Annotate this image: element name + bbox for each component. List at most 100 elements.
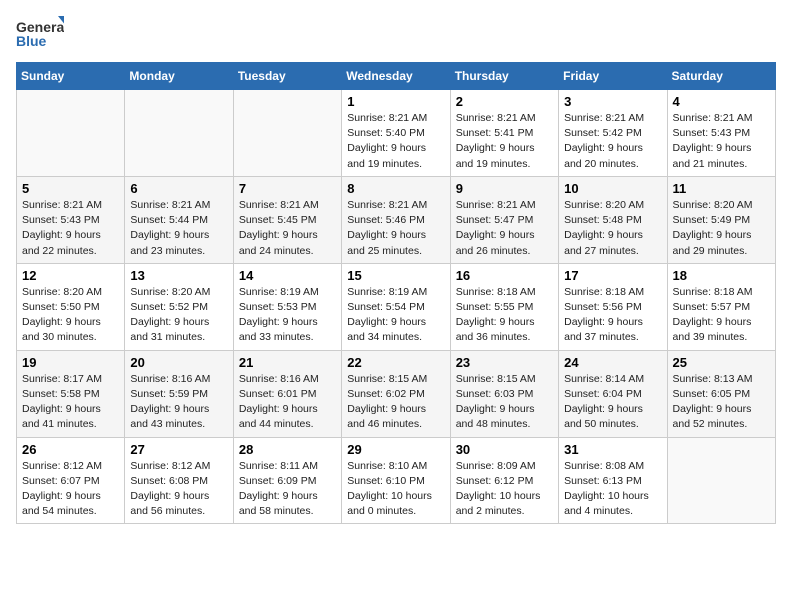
calendar-cell: 19Sunrise: 8:17 AM Sunset: 5:58 PM Dayli… [17,350,125,437]
day-info: Sunrise: 8:18 AM Sunset: 5:56 PM Dayligh… [564,285,661,346]
weekday-header: Tuesday [233,63,341,90]
calendar-cell: 13 Sunrise: 8:20 AM Sunset: 5:52 PM Dayli… [125,263,233,350]
day-number: 21 [239,355,336,370]
calendar-week-row: 19Sunrise: 8:17 AM Sunset: 5:58 PM Dayli… [17,350,776,437]
calendar-cell: 11Sunrise: 8:20 AM Sunset: 5:49 PM Dayli… [667,176,775,263]
weekday-header: Sunday [17,63,125,90]
day-info: Sunrise: 8:21 AM Sunset: 5:44 PM Dayligh… [130,198,227,259]
day-number: 17 [564,268,661,283]
day-number: 6 [130,181,227,196]
weekday-header: Saturday [667,63,775,90]
day-info: Sunrise: 8:20 AM Sunset: 5:52 PM Dayligh… [130,285,227,346]
calendar-cell [667,437,775,524]
calendar-cell: 9 Sunrise: 8:21 AM Sunset: 5:47 PM Daylig… [450,176,558,263]
day-info: Sunrise: 8:08 AM Sunset: 6:13 PM Dayligh… [564,459,661,520]
logo-svg: General Blue [16,16,64,52]
calendar-cell: 17 Sunrise: 8:18 AM Sunset: 5:56 PM Dayli… [559,263,667,350]
calendar-week-row: 5 Sunrise: 8:21 AM Sunset: 5:43 PM Daylig… [17,176,776,263]
day-info: Sunrise: 8:16 AM Sunset: 6:01 PM Dayligh… [239,372,336,433]
day-number: 31 [564,442,661,457]
header: General Blue [16,16,776,52]
calendar-cell: 15Sunrise: 8:19 AM Sunset: 5:54 PM Dayli… [342,263,450,350]
day-number: 26 [22,442,119,457]
day-info: Sunrise: 8:21 AM Sunset: 5:43 PM Dayligh… [22,198,119,259]
day-info: Sunrise: 8:11 AM Sunset: 6:09 PM Dayligh… [239,459,336,520]
day-info: Sunrise: 8:21 AM Sunset: 5:43 PM Dayligh… [673,111,770,172]
day-info: Sunrise: 8:21 AM Sunset: 5:47 PM Dayligh… [456,198,553,259]
calendar-cell: 30 Sunrise: 8:09 AM Sunset: 6:12 PM Dayli… [450,437,558,524]
day-info: Sunrise: 8:17 AM Sunset: 5:58 PM Dayligh… [22,372,119,433]
calendar-cell: 10 Sunrise: 8:20 AM Sunset: 5:48 PM Dayli… [559,176,667,263]
day-number: 5 [22,181,119,196]
calendar-table: SundayMondayTuesdayWednesdayThursdayFrid… [16,62,776,524]
weekday-header: Wednesday [342,63,450,90]
day-info: Sunrise: 8:20 AM Sunset: 5:48 PM Dayligh… [564,198,661,259]
day-info: Sunrise: 8:21 AM Sunset: 5:40 PM Dayligh… [347,111,444,172]
day-number: 4 [673,94,770,109]
calendar-cell: 28 Sunrise: 8:11 AM Sunset: 6:09 PM Dayli… [233,437,341,524]
svg-text:Blue: Blue [16,33,47,49]
day-number: 24 [564,355,661,370]
day-number: 29 [347,442,444,457]
day-info: Sunrise: 8:14 AM Sunset: 6:04 PM Dayligh… [564,372,661,433]
day-number: 20 [130,355,227,370]
day-info: Sunrise: 8:21 AM Sunset: 5:46 PM Dayligh… [347,198,444,259]
day-info: Sunrise: 8:19 AM Sunset: 5:53 PM Dayligh… [239,285,336,346]
day-info: Sunrise: 8:18 AM Sunset: 5:57 PM Dayligh… [673,285,770,346]
day-number: 7 [239,181,336,196]
calendar-cell: 14Sunrise: 8:19 AM Sunset: 5:53 PM Dayli… [233,263,341,350]
weekday-header: Friday [559,63,667,90]
day-info: Sunrise: 8:16 AM Sunset: 5:59 PM Dayligh… [130,372,227,433]
day-number: 12 [22,268,119,283]
logo: General Blue [16,16,64,52]
calendar-cell: 20 Sunrise: 8:16 AM Sunset: 5:59 PM Dayli… [125,350,233,437]
calendar-cell: 1Sunrise: 8:21 AM Sunset: 5:40 PM Daylig… [342,90,450,177]
day-number: 13 [130,268,227,283]
day-info: Sunrise: 8:09 AM Sunset: 6:12 PM Dayligh… [456,459,553,520]
calendar-cell: 24 Sunrise: 8:14 AM Sunset: 6:04 PM Dayli… [559,350,667,437]
day-info: Sunrise: 8:13 AM Sunset: 6:05 PM Dayligh… [673,372,770,433]
day-info: Sunrise: 8:21 AM Sunset: 5:45 PM Dayligh… [239,198,336,259]
calendar-cell: 29 Sunrise: 8:10 AM Sunset: 6:10 PM Dayli… [342,437,450,524]
calendar-cell: 6 Sunrise: 8:21 AM Sunset: 5:44 PM Daylig… [125,176,233,263]
day-number: 8 [347,181,444,196]
day-number: 30 [456,442,553,457]
day-number: 27 [130,442,227,457]
day-number: 16 [456,268,553,283]
calendar-cell [125,90,233,177]
calendar-cell: 31 Sunrise: 8:08 AM Sunset: 6:13 PM Dayli… [559,437,667,524]
calendar-cell: 21 Sunrise: 8:16 AM Sunset: 6:01 PM Dayli… [233,350,341,437]
calendar-cell: 3 Sunrise: 8:21 AM Sunset: 5:42 PM Daylig… [559,90,667,177]
day-info: Sunrise: 8:21 AM Sunset: 5:41 PM Dayligh… [456,111,553,172]
calendar-cell: 22 Sunrise: 8:15 AM Sunset: 6:02 PM Dayli… [342,350,450,437]
calendar-cell: 7 Sunrise: 8:21 AM Sunset: 5:45 PM Daylig… [233,176,341,263]
weekday-header: Monday [125,63,233,90]
day-info: Sunrise: 8:18 AM Sunset: 5:55 PM Dayligh… [456,285,553,346]
calendar-week-row: 12 Sunrise: 8:20 AM Sunset: 5:50 PM Dayli… [17,263,776,350]
day-number: 10 [564,181,661,196]
weekday-header: Thursday [450,63,558,90]
day-number: 3 [564,94,661,109]
day-number: 2 [456,94,553,109]
calendar-cell: 5 Sunrise: 8:21 AM Sunset: 5:43 PM Daylig… [17,176,125,263]
day-info: Sunrise: 8:15 AM Sunset: 6:02 PM Dayligh… [347,372,444,433]
calendar-cell: 18 Sunrise: 8:18 AM Sunset: 5:57 PM Dayli… [667,263,775,350]
calendar-cell: 12 Sunrise: 8:20 AM Sunset: 5:50 PM Dayli… [17,263,125,350]
day-number: 25 [673,355,770,370]
calendar-cell: 25 Sunrise: 8:13 AM Sunset: 6:05 PM Dayli… [667,350,775,437]
calendar-cell: 2 Sunrise: 8:21 AM Sunset: 5:41 PM Daylig… [450,90,558,177]
day-number: 23 [456,355,553,370]
day-number: 28 [239,442,336,457]
calendar-cell: 8 Sunrise: 8:21 AM Sunset: 5:46 PM Daylig… [342,176,450,263]
day-info: Sunrise: 8:10 AM Sunset: 6:10 PM Dayligh… [347,459,444,520]
calendar-week-row: 1Sunrise: 8:21 AM Sunset: 5:40 PM Daylig… [17,90,776,177]
day-info: Sunrise: 8:20 AM Sunset: 5:50 PM Dayligh… [22,285,119,346]
day-number: 9 [456,181,553,196]
calendar-cell: 23 Sunrise: 8:15 AM Sunset: 6:03 PM Dayli… [450,350,558,437]
day-number: 18 [673,268,770,283]
day-info: Sunrise: 8:12 AM Sunset: 6:07 PM Dayligh… [22,459,119,520]
day-info: Sunrise: 8:15 AM Sunset: 6:03 PM Dayligh… [456,372,553,433]
day-info: Sunrise: 8:21 AM Sunset: 5:42 PM Dayligh… [564,111,661,172]
day-number: 22 [347,355,444,370]
day-info: Sunrise: 8:20 AM Sunset: 5:49 PM Dayligh… [673,198,770,259]
